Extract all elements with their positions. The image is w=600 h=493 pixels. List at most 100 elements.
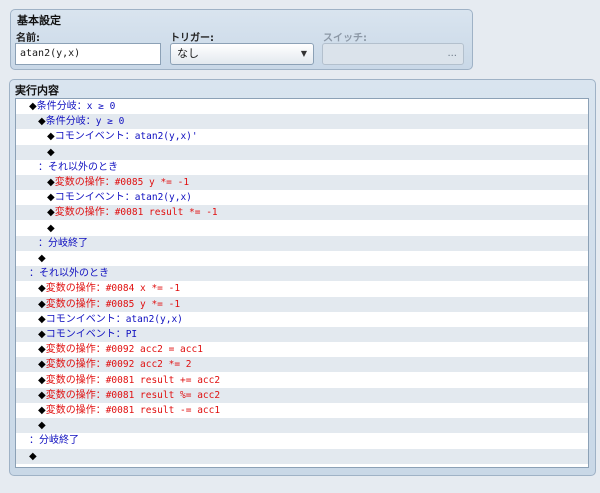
command-row[interactable]: ◆条件分岐：x ≥ 0 [16,99,588,114]
command-row[interactable]: ◆コモンイベント：atan2(y,x)' [16,129,588,144]
command-row-content: ：それ以外のとき [16,268,109,279]
command-row-content: ◆変数の操作：#0085 y *= -1 [16,299,180,310]
command-label: コモンイベント： [54,131,135,143]
switch-select-button[interactable]: ... [322,43,464,65]
command-row[interactable]: ◆変数の操作：#0085 y *= -1 [16,296,588,312]
command-detail: atan2(y,x) [134,192,192,204]
command-row[interactable]: ：分岐終了 [16,433,588,448]
command-row[interactable]: ◆変数の操作：#0081 result *= -1 [16,205,588,221]
command-diamond-icon: ◆ [38,116,46,128]
command-label: ：分岐終了 [38,237,88,249]
command-row-content: ◆コモンイベント：atan2(y,x) [16,314,183,325]
command-row[interactable]: ：分岐終了 [16,235,588,251]
command-row[interactable]: ◆コモンイベント：atan2(y,x) [16,312,588,327]
command-row-content: ◆ [16,420,46,431]
command-detail: #0092 acc2 = acc1 [105,344,203,356]
command-row[interactable]: ◆変数の操作：#0092 acc2 = acc1 [16,342,588,357]
command-diamond-icon: ◆ [47,222,55,234]
command-row[interactable]: ◆変数の操作：#0085 y *= -1 [16,175,588,190]
switch-label: スイッチ: [323,33,367,44]
command-diamond-icon: ◆ [47,131,55,143]
command-row-content: ◆ [16,223,55,234]
command-diamond-icon: ◆ [38,374,46,386]
command-row-content: ◆コモンイベント：atan2(y,x)' [16,131,198,142]
command-label: 変数の操作： [45,405,106,416]
command-label: 変数の操作： [45,389,106,401]
command-row[interactable]: ：それ以外のとき [16,266,588,282]
command-row-content: ：分岐終了 [16,435,79,446]
command-detail: #0081 result %= acc2 [105,389,221,401]
command-row-content: ◆変数の操作：#0081 result %= acc2 [16,390,220,401]
command-label: コモンイベント： [45,329,126,340]
command-row[interactable]: ◆変数の操作：#0081 result += acc2 [16,373,588,388]
command-label: ：分岐終了 [29,435,79,447]
command-label: 変数の操作： [54,207,115,219]
command-detail: #0081 result += acc2 [105,374,221,386]
command-label: 変数の操作： [45,374,106,386]
command-label: 条件分岐： [45,116,96,128]
command-row[interactable]: ◆コモンイベント：PI [16,327,588,342]
command-row[interactable]: ◆変数の操作：#0092 acc2 *= 2 [16,357,588,373]
command-row-content: ◆条件分岐：y ≥ 0 [16,116,124,127]
command-row-content: ◆変数の操作：#0092 acc2 *= 2 [16,359,192,370]
trigger-select-value: なし [177,47,199,60]
command-label: 変数の操作： [45,283,106,295]
name-label: 名前: [16,33,40,44]
command-row-content: ◆コモンイベント：atan2(y,x) [16,192,192,203]
execution-title: 実行内容 [15,84,59,97]
command-detail: #0092 acc2 *= 2 [105,359,192,371]
command-detail: #0081 result *= -1 [114,207,218,219]
command-row[interactable]: ◆ [16,418,588,434]
command-label: ：それ以外のとき [29,268,109,280]
command-row[interactable]: ：それ以外のとき [16,160,588,175]
command-detail: atan2(y,x) [125,313,183,325]
command-row[interactable]: ◆ [16,251,588,266]
command-diamond-icon: ◆ [47,177,55,188]
command-label: 変数の操作： [45,344,106,356]
chevron-down-icon: ▼ [300,49,307,58]
command-label: コモンイベント： [54,192,135,204]
basic-settings-title: 基本設定 [17,14,61,27]
command-row[interactable]: ◆ [16,448,588,464]
command-detail: #0084 x *= -1 [105,283,181,295]
command-diamond-icon: ◆ [29,450,37,462]
command-row-content: ◆変数の操作：#0084 x *= -1 [16,283,180,294]
command-diamond-icon: ◆ [38,359,46,371]
command-label: ：それ以外のとき [38,161,118,173]
command-detail: x ≥ 0 [86,101,116,112]
command-diamond-icon: ◆ [38,420,46,432]
command-list[interactable]: ◆条件分岐：x ≥ 0 ◆条件分岐：y ≥ 0 ◆コモンイベント：atan2(y,x… [15,98,589,468]
command-detail: atan2(y,x)' [134,131,198,143]
command-label: 変数の操作： [54,177,115,188]
command-row[interactable]: ◆変数の操作：#0084 x *= -1 [16,281,588,296]
command-diamond-icon: ◆ [38,313,46,325]
command-row-content: ◆変数の操作：#0081 result *= -1 [16,207,218,218]
ellipsis-icon: ... [447,48,457,59]
command-row[interactable]: ◆コモンイベント：atan2(y,x) [16,190,588,205]
command-detail: #0081 result -= acc1 [105,405,221,416]
command-detail: y ≥ 0 [95,116,125,128]
command-detail: #0085 y *= -1 [105,298,181,310]
command-row[interactable]: ◆変数の操作：#0081 result %= acc2 [16,387,588,403]
command-diamond-icon: ◆ [38,405,46,416]
command-row-content: ◆ [16,253,46,264]
command-row-content: ◆変数の操作：#0092 acc2 = acc1 [16,344,203,355]
command-diamond-icon: ◆ [38,298,46,310]
trigger-label: トリガー: [170,33,214,44]
command-label: 変数の操作： [45,359,106,371]
command-row[interactable]: ◆変数の操作：#0081 result -= acc1 [16,403,588,418]
command-label: コモンイベント： [45,313,126,325]
command-row-content [16,466,20,467]
command-row-content: ◆ [16,451,37,462]
command-row[interactable] [16,464,588,467]
name-input[interactable]: atan2(y,x) [15,43,161,65]
command-row[interactable]: ◆ [16,221,588,236]
command-row[interactable]: ◆条件分岐：y ≥ 0 [16,114,588,130]
command-label: 変数の操作： [45,298,106,310]
trigger-select[interactable]: なし ▼ [170,43,314,65]
command-diamond-icon: ◆ [38,344,46,356]
command-row[interactable]: ◆ [16,144,588,160]
command-diamond-icon: ◆ [47,146,55,158]
command-row-content: ◆変数の操作：#0081 result += acc2 [16,375,220,386]
command-diamond-icon: ◆ [47,192,55,204]
